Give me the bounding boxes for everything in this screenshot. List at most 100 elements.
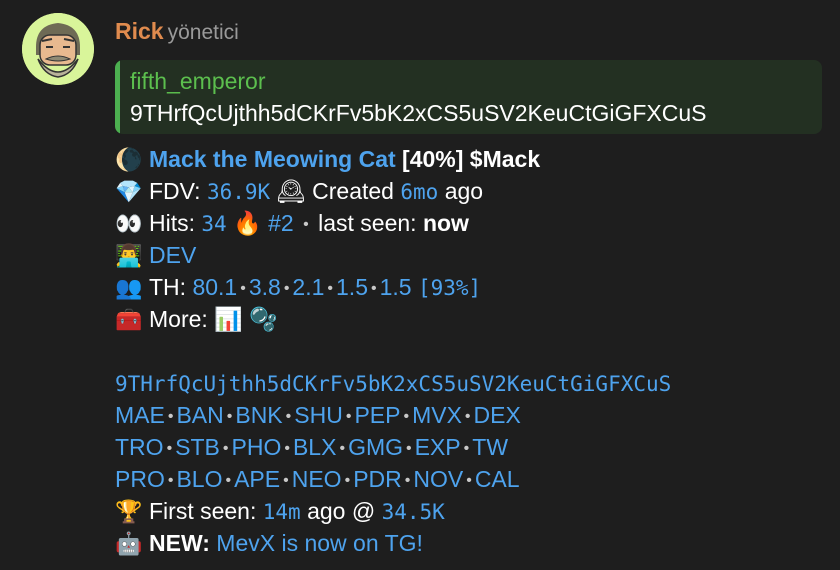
separator: • [339,439,346,457]
platform-link[interactable]: NOV [413,466,463,492]
platform-link[interactable]: SHU [294,402,343,428]
technologist-icon: 👨‍💻 [115,243,143,268]
first-seen-value[interactable]: 34.5K [382,500,445,524]
created-label: Created [312,178,394,204]
dev-link[interactable]: DEV [149,242,196,268]
quote-accent-bar [115,60,120,134]
token-percent: [40%] [402,146,464,172]
th-value[interactable]: 80.1 [192,274,237,300]
hits-rank[interactable]: #2 [268,210,294,236]
platform-link[interactable]: CAL [475,466,520,492]
avatar[interactable] [22,13,94,85]
last-seen-label: last seen: [318,210,417,236]
separator: • [285,407,292,425]
th-value[interactable]: 3.8 [249,274,281,300]
platform-link[interactable]: DEX [474,402,521,428]
first-seen-middle: ago @ [307,498,376,524]
th-total[interactable]: [93%] [418,276,481,300]
token-line: 🌘 Mack the Meowing Cat [40%] $Mack [115,143,671,175]
platform-link[interactable]: STB [175,434,220,460]
platform-link[interactable]: MVX [412,402,462,428]
separator: • [225,471,232,489]
first-seen-time[interactable]: 14m [263,500,301,524]
users-icon: 👥 [115,275,143,300]
news-label: NEW: [149,530,210,556]
platform-link[interactable]: BLX [293,434,336,460]
th-value[interactable]: 1.5 [380,274,412,300]
token-name-link[interactable]: Mack the Meowing Cat [149,146,396,172]
platform-link[interactable]: BAN [176,402,223,428]
separator: • [222,439,229,457]
reply-quote[interactable]: fifth_emperor 9THrfQcUjthh5dCKrFv5bK2xCS… [115,60,822,134]
toolbox-icon: 🧰 [115,307,143,332]
contract-address-link[interactable]: 9THrfQcUjthh5dCKrFv5bK2xCS5uSV2KeuCtGiGF… [115,372,671,396]
platform-link[interactable]: BNK [235,402,282,428]
created-value[interactable]: 6mo [400,180,438,204]
th-value[interactable]: 2.1 [292,274,324,300]
fire-icon: 🔥 [233,210,262,236]
trophy-icon: 🏆 [115,499,143,524]
separator: • [464,407,471,425]
more-label: More: [149,306,208,332]
separator: • [327,279,334,297]
first-seen-label: First seen: [149,498,257,524]
separator: • [345,407,352,425]
fdv-line: 💎 FDV: 36.9K 🕰 Created 6mo ago [115,175,671,207]
separator: • [283,471,289,489]
news-line: 🤖 NEW: MevX is now on TG! [115,527,671,559]
platform-link[interactable]: TRO [115,434,164,460]
reply-author: fifth_emperor [130,68,266,94]
fdv-value[interactable]: 36.9K [207,180,270,204]
separator: • [240,279,246,297]
created-suffix: ago [444,178,484,204]
platform-link[interactable]: PRO [115,466,165,492]
hits-value[interactable]: 34 [201,212,226,236]
bar-chart-icon[interactable]: 📊 [214,306,243,332]
separator: • [463,439,470,457]
separator: • [403,407,410,425]
platform-link[interactable]: BLO [176,466,222,492]
news-link[interactable]: MevX is now on TG! [216,530,423,556]
last-seen-value: now [422,210,469,236]
holders-line: 👥 TH: 80.1 • 3.8 • 2.1 • 1.5 • 1.5 [93%] [115,271,671,303]
platform-link[interactable]: MAE [115,402,165,428]
platform-link[interactable]: PHO [232,434,282,460]
platform-link[interactable]: PEP [354,402,400,428]
robot-icon: 🤖 [115,531,143,556]
th-value[interactable]: 1.5 [336,274,368,300]
separator: • [406,439,412,457]
link-row: TRO • STB • PHO • BLX • GMG • EXP • TW [115,431,671,463]
platform-link[interactable]: NEO [292,466,342,492]
message-header: Rick yönetici [115,14,239,50]
separator: • [167,471,174,489]
link-row: MAE • BAN • BNK • SHU • PEP • MVX • DEX [115,399,671,431]
more-line: 🧰 More: 📊 🫧 [115,303,671,335]
platform-link[interactable]: GMG [348,434,403,460]
author-name[interactable]: Rick [115,18,164,44]
separator: • [166,439,173,457]
separator: • [466,471,472,489]
contract-line: 9THrfQcUjthh5dCKrFv5bK2xCS5uSV2KeuCtGiGF… [115,367,671,399]
platform-link[interactable]: APE [234,466,280,492]
hits-label: Hits: [149,210,195,236]
bubbles-icon[interactable]: 🫧 [249,306,278,332]
platform-link[interactable]: EXP [415,434,461,460]
eyes-icon: 👀 [115,211,143,236]
separator: • [226,407,233,425]
separator: • [344,471,351,489]
reply-text: 9THrfQcUjthh5dCKrFv5bK2xCS5uSV2KeuCtGiGF… [130,100,707,126]
th-label: TH: [149,274,187,300]
link-row: PRO • BLO • APE • NEO • PDR • NOV • CAL [115,463,671,495]
platform-link[interactable]: TW [472,434,508,460]
dev-line: 👨‍💻 DEV [115,239,671,271]
token-ticker: $Mack [469,146,541,172]
author-role: yönetici [167,21,239,44]
platform-link[interactable]: PDR [353,466,402,492]
separator: • [404,471,411,489]
old-man-avatar-icon [22,13,94,85]
separator: • [167,407,174,425]
separator: • [283,279,290,297]
separator: • [371,279,377,297]
separator: • [284,439,290,457]
